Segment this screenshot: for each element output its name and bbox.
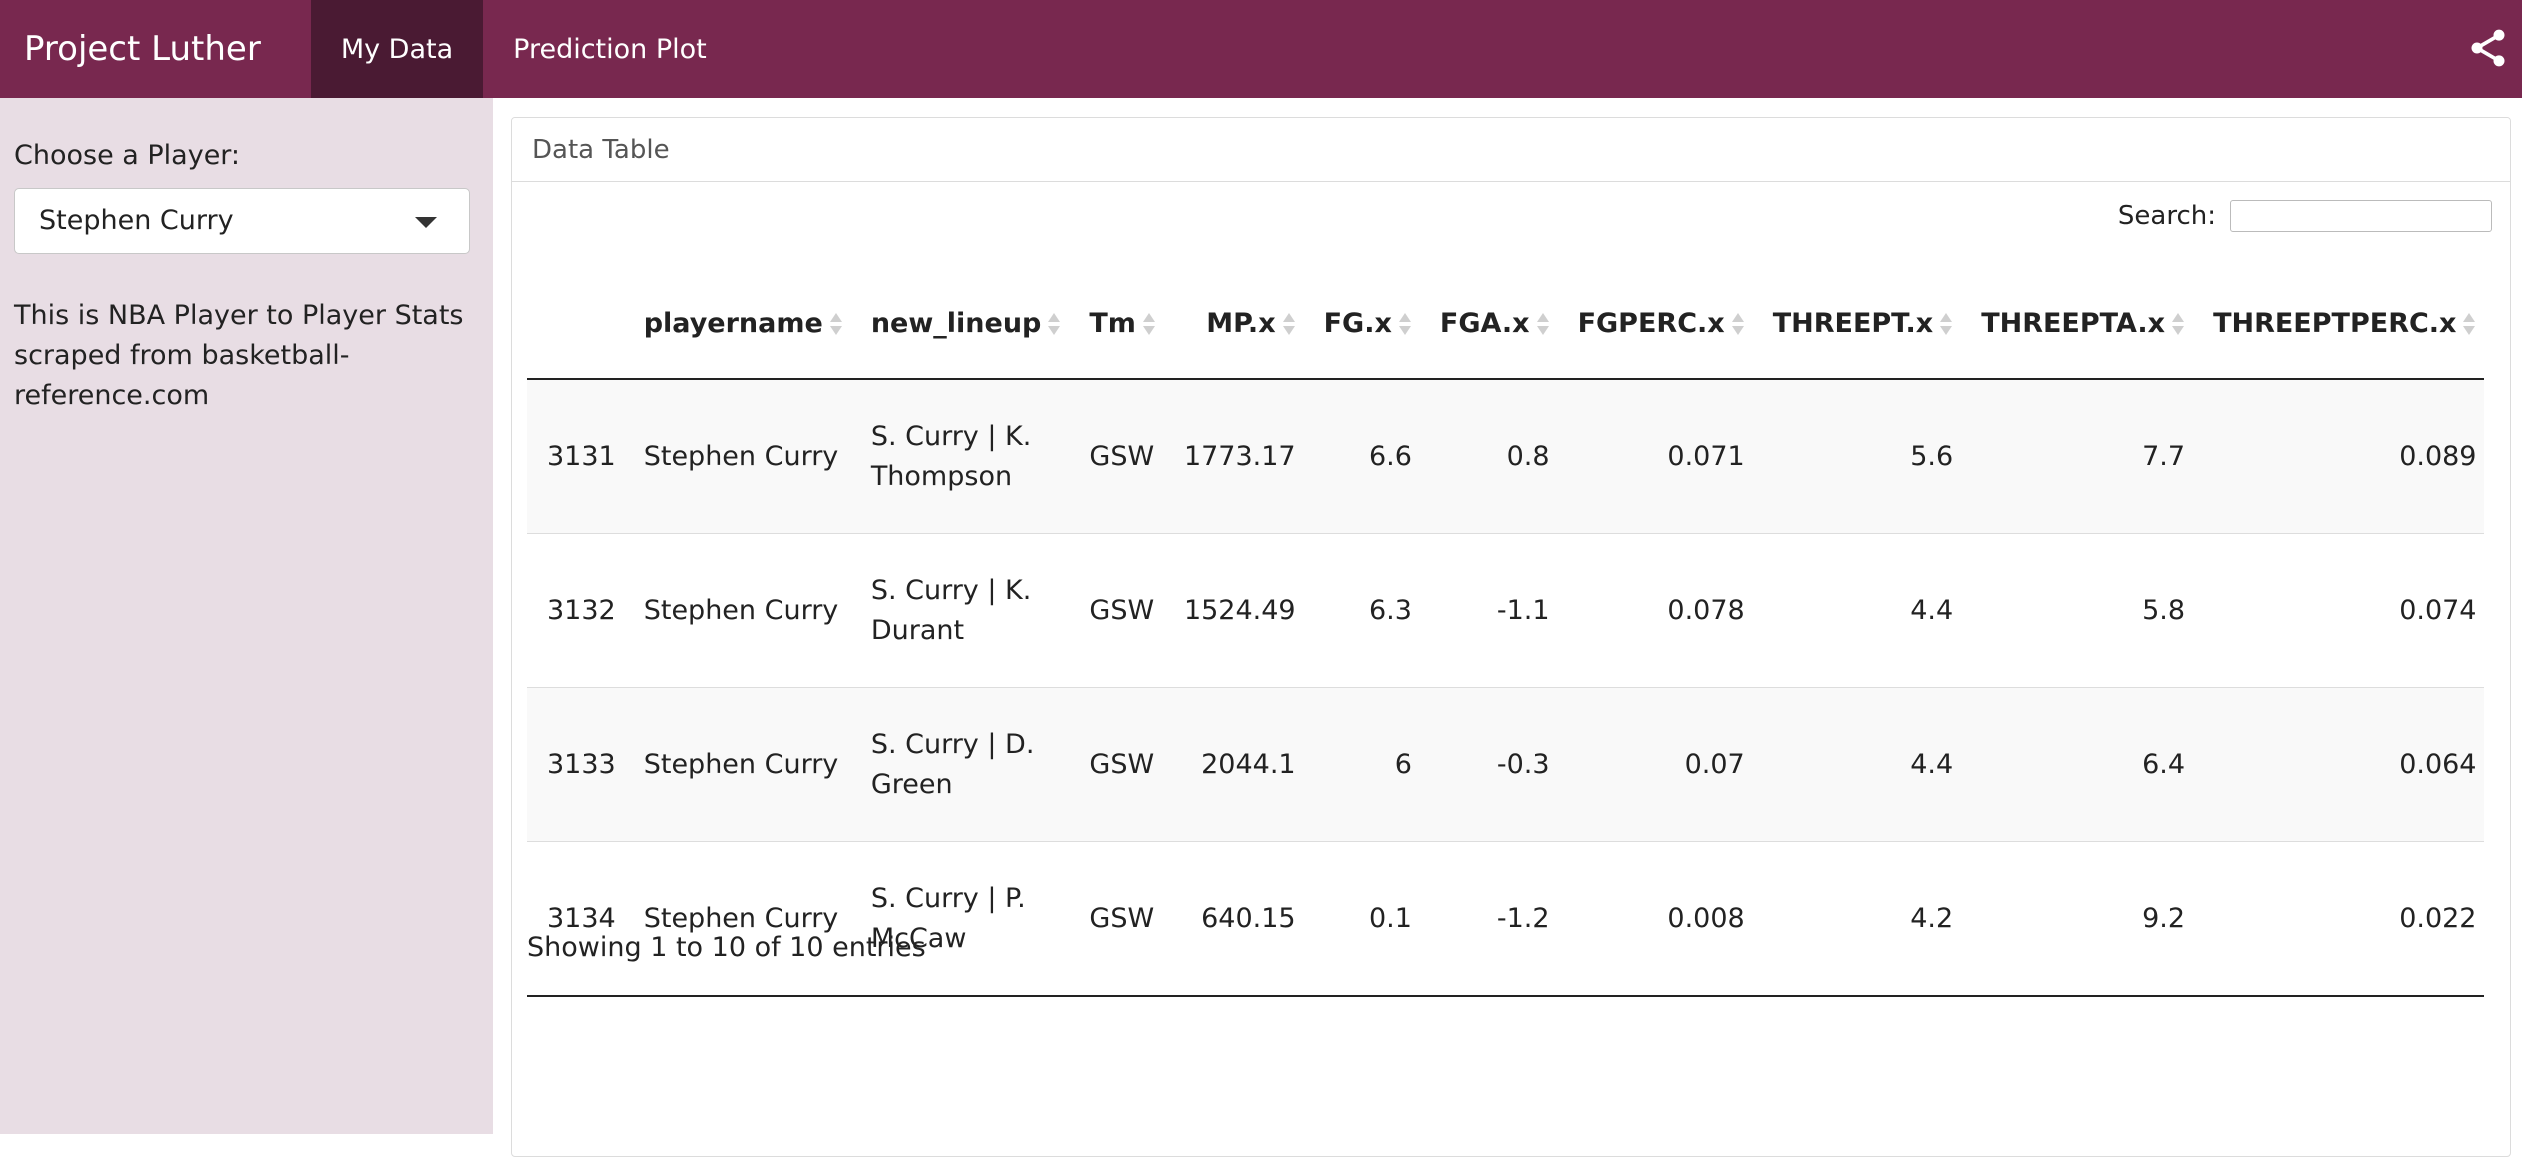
table-row[interactable]: 3134 Stephen Curry S. Curry | P. McCaw G… (527, 841, 2485, 996)
tab-my-data[interactable]: My Data (310, 0, 484, 98)
cell-fga-x: -0.3 (1419, 687, 1558, 842)
search-label: Search: (2117, 201, 2216, 231)
search-box: Search: (2118, 200, 2492, 232)
data-table-panel: Data Table Search: playername new_lineup… (511, 117, 2511, 1157)
panel-title: Data Table (512, 118, 2510, 182)
cell-threepta-x: 5.8 (1961, 533, 2194, 688)
brand-title[interactable]: Project Luther (0, 0, 311, 98)
cell-mp-x: 1524.49 (1163, 533, 1304, 688)
search-input[interactable] (2230, 200, 2492, 232)
data-table: playername new_lineup Tm MP.x FG.x FGA.x… (527, 268, 2485, 997)
cell-tm: GSW (1069, 533, 1164, 688)
column-header-threeptperc-x[interactable]: THREEPTPERC.x (2193, 268, 2485, 380)
cell-mp-x: 640.15 (1163, 841, 1304, 996)
sidebar-description: This is NBA Player to Player Stats scrap… (14, 300, 464, 411)
sort-icon (1398, 312, 1412, 336)
cell-fg-x: 6.6 (1303, 378, 1420, 534)
sort-icon (1047, 312, 1061, 336)
cell-index: 3134 (527, 841, 624, 996)
column-header-threept-x[interactable]: THREEPT.x (1752, 268, 1962, 380)
cell-tm: GSW (1069, 841, 1164, 996)
player-select-value: Stephen Curry (39, 205, 234, 236)
table-row[interactable]: 3132 Stephen Curry S. Curry | K. Durant … (527, 533, 2485, 688)
cell-threepta-x: 7.7 (1961, 378, 2194, 534)
cell-index: 3133 (527, 687, 624, 842)
sort-icon (829, 312, 843, 336)
cell-fgperc-x: 0.008 (1557, 841, 1753, 996)
cell-fga-x: -1.2 (1419, 841, 1558, 996)
cell-threeptperc-x: 0.064 (2193, 687, 2485, 842)
cell-threeptperc-x: 0.089 (2193, 378, 2485, 534)
cell-fga-x: 0.8 (1419, 378, 1558, 534)
navbar: Project Luther My Data Prediction Plot (0, 0, 2522, 98)
column-header-index[interactable] (527, 268, 624, 380)
sort-icon (1142, 312, 1156, 336)
player-select-label: Choose a Player: (14, 140, 241, 171)
cell-threepta-x: 6.4 (1961, 687, 2194, 842)
cell-index: 3132 (527, 533, 624, 688)
cell-threept-x: 4.2 (1752, 841, 1962, 996)
cell-mp-x: 2044.1 (1163, 687, 1304, 842)
table-row[interactable]: 3133 Stephen Curry S. Curry | D. Green G… (527, 687, 2485, 842)
column-header-fga-x[interactable]: FGA.x (1419, 268, 1558, 380)
cell-fgperc-x: 0.078 (1557, 533, 1753, 688)
cell-playername: Stephen Curry (623, 841, 851, 996)
sort-icon (1536, 312, 1550, 336)
table-container[interactable]: playername new_lineup Tm MP.x FG.x FGA.x… (527, 268, 2507, 997)
cell-fg-x: 0.1 (1303, 841, 1420, 996)
sort-icon (2462, 312, 2476, 336)
cell-mp-x: 1773.17 (1163, 378, 1304, 534)
cell-fga-x: -1.1 (1419, 533, 1558, 688)
cell-fg-x: 6.3 (1303, 533, 1420, 688)
column-header-mp-x[interactable]: MP.x (1163, 268, 1304, 380)
cell-tm: GSW (1069, 687, 1164, 842)
cell-fgperc-x: 0.07 (1557, 687, 1753, 842)
cell-index: 3131 (527, 378, 624, 534)
cell-threepta-x: 9.2 (1961, 841, 2194, 996)
column-header-playername[interactable]: playername (623, 268, 851, 380)
cell-playername: Stephen Curry (623, 533, 851, 688)
cell-playername: Stephen Curry (623, 687, 851, 842)
column-header-threepta-x[interactable]: THREEPTA.x (1961, 268, 2194, 380)
cell-threeptperc-x: 0.022 (2193, 841, 2485, 996)
tab-prediction-plot[interactable]: Prediction Plot (483, 0, 737, 98)
column-header-fgperc-x[interactable]: FGPERC.x (1557, 268, 1753, 380)
column-header-fg-x[interactable]: FG.x (1303, 268, 1420, 380)
cell-threept-x: 4.4 (1752, 533, 1962, 688)
sort-icon (1731, 312, 1745, 336)
table-row[interactable]: 3131 Stephen Curry S. Curry | K. Thompso… (527, 378, 2485, 534)
cell-new-lineup: S. Curry | K. Thompson (850, 378, 1070, 534)
cell-fgperc-x: 0.071 (1557, 378, 1753, 534)
table-header-row: playername new_lineup Tm MP.x FG.x FGA.x… (527, 268, 2485, 380)
player-select[interactable]: Stephen Curry (14, 188, 470, 254)
cell-fg-x: 6 (1303, 687, 1420, 842)
cell-threeptperc-x: 0.074 (2193, 533, 2485, 688)
sort-icon (2171, 312, 2185, 336)
sort-icon (1939, 312, 1953, 336)
cell-new-lineup: S. Curry | P. McCaw (850, 841, 1070, 996)
sort-icon (1282, 312, 1296, 336)
share-icon[interactable] (2466, 26, 2510, 70)
table-info: Showing 1 to 10 of 10 entries (527, 932, 926, 963)
column-header-tm[interactable]: Tm (1069, 268, 1164, 380)
cell-playername: Stephen Curry (623, 378, 851, 534)
cell-new-lineup: S. Curry | D. Green (850, 687, 1070, 842)
cell-new-lineup: S. Curry | K. Durant (850, 533, 1070, 688)
cell-threept-x: 4.4 (1752, 687, 1962, 842)
cell-tm: GSW (1069, 378, 1164, 534)
cell-threept-x: 5.6 (1752, 378, 1962, 534)
sidebar: Choose a Player: Stephen Curry This is N… (0, 98, 493, 1134)
column-header-new-lineup[interactable]: new_lineup (850, 268, 1070, 380)
chevron-down-icon (415, 217, 437, 228)
